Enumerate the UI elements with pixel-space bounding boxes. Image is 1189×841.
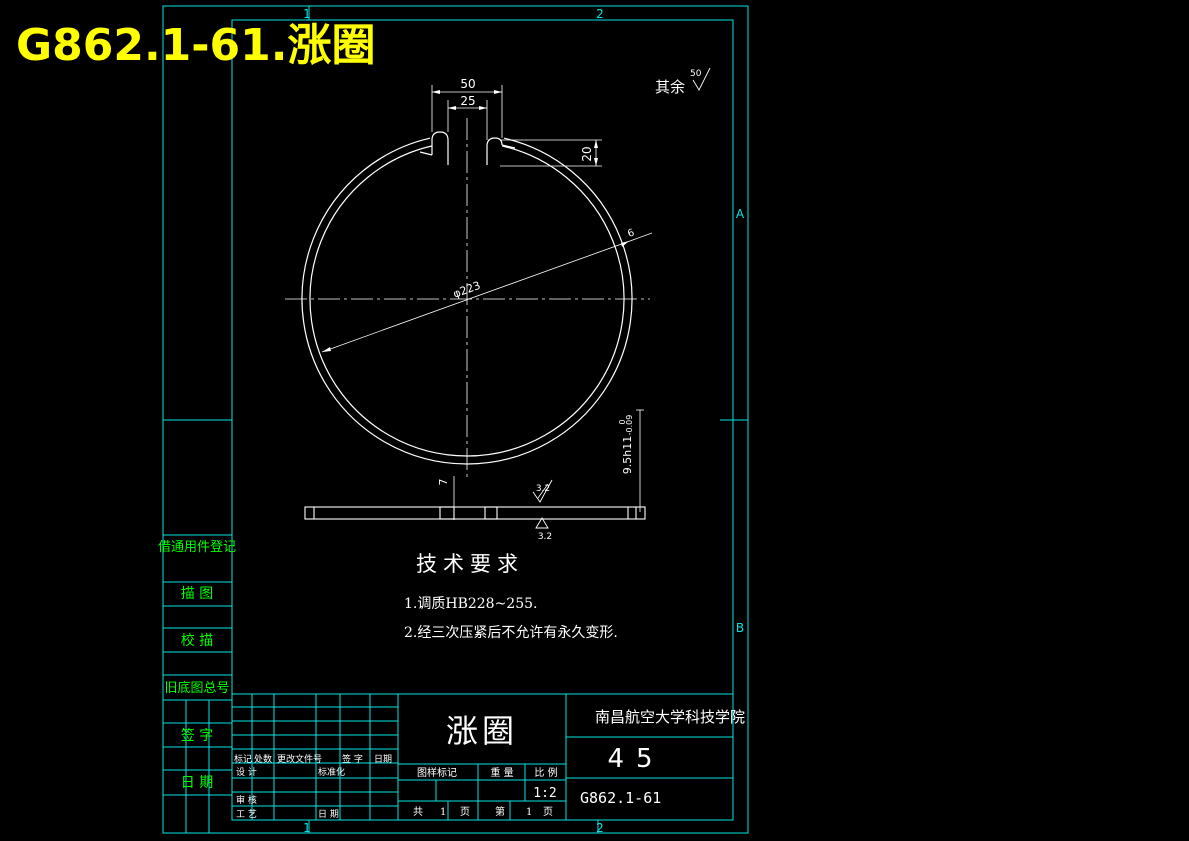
dim-width-50: 50 — [460, 77, 475, 91]
strip-label-date: 日 期 — [181, 775, 213, 791]
institution-name: 南昌航空大学科技学院 — [595, 708, 745, 726]
dim-radial-6: 6 — [626, 227, 636, 240]
left-hook — [431, 131, 449, 165]
dim-roughness-top: 3.2 — [536, 484, 550, 494]
cell-total: 共 — [413, 806, 423, 818]
roughness-note-label: 其余 — [655, 78, 685, 96]
engineering-drawing: 其余 50 50 25 20 φ223 6 9.5h11 0 -0.09 7 3… — [16, 5, 749, 835]
tech-req-title: 技术要求 — [416, 552, 524, 576]
dim-thickness: 9.5h11 — [621, 436, 634, 474]
cell-page-2: 页 — [543, 806, 553, 818]
hdr-date: 日期 — [374, 754, 392, 765]
strip-label-trace: 描 图 — [181, 586, 213, 602]
strip-label-sign: 签 字 — [181, 727, 213, 744]
zone-mark-bottom-2: 2 — [596, 821, 604, 835]
row-design: 设 计 — [236, 766, 257, 778]
overlay-title: G862.1-61.涨圈 — [16, 20, 376, 71]
scale-value: 1:2 — [533, 786, 556, 801]
right-hook — [486, 137, 503, 165]
dim-gap-25: 25 — [460, 94, 475, 108]
cell-total-n: 1 — [440, 807, 446, 818]
cell-weight: 重 量 — [490, 766, 513, 779]
dim-tol-lower: -0.09 — [625, 415, 634, 436]
zone-mark-top-2: 2 — [596, 7, 604, 21]
cell-stage-mark: 图样标记 — [417, 766, 457, 779]
zone-mark-b: B — [736, 621, 744, 635]
dim-slot-7: 7 — [437, 479, 450, 486]
row-date-label: 日 期 — [318, 809, 339, 820]
hdr-sign: 签 字 — [342, 753, 363, 765]
dim-roughness-bottom: 3.2 — [538, 532, 552, 542]
hdr-mark: 标记 — [234, 753, 252, 765]
material: 45 — [607, 744, 664, 774]
dim-height-20: 20 — [580, 146, 594, 161]
inner-frame — [231, 19, 734, 821]
ring-side-view — [304, 506, 646, 520]
zone-mark-a: A — [736, 207, 745, 221]
row-review: 审 核 — [236, 794, 257, 806]
drawing-number: G862.1-61 — [580, 789, 661, 807]
strip-label-reference: 借通用件登记 — [158, 540, 236, 555]
cell-sheet: 第 — [495, 805, 505, 818]
roughness-note-value: 50 — [690, 69, 702, 79]
row-process: 工 艺 — [236, 809, 257, 820]
cell-ratio: 比 例 — [534, 766, 557, 779]
zone-mark-top-1: 1 — [303, 7, 311, 21]
row-standardize: 标准化 — [318, 766, 345, 778]
tech-req-item-1: 1.调质HB228~255. — [404, 596, 537, 612]
zone-mark-bottom-1: 1 — [303, 821, 311, 835]
cell-page: 页 — [460, 806, 470, 818]
diameter-line — [321, 232, 653, 353]
cell-sheet-n: 1 — [526, 807, 532, 818]
part-name: 涨圈 — [446, 712, 518, 750]
strip-label-old-number: 旧底图总号 — [164, 680, 229, 696]
tech-req-item-2: 2.经三次压紧后不允许有永久变形. — [404, 625, 618, 641]
strip-label-check: 校 描 — [181, 632, 213, 649]
hdr-change-doc: 更改文件号 — [277, 753, 322, 765]
hdr-count: 处数 — [254, 753, 272, 765]
